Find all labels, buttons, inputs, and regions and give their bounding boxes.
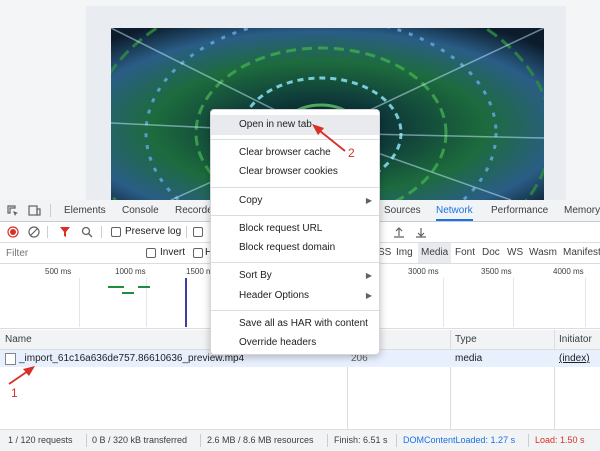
annotation-step-2: 2 (348, 146, 355, 160)
annotation-arrow-icon (8, 366, 35, 385)
annotation-step-1: 1 (11, 386, 18, 400)
annotation-overlay (8, 124, 346, 385)
annotation-arrow-icon (312, 124, 346, 152)
